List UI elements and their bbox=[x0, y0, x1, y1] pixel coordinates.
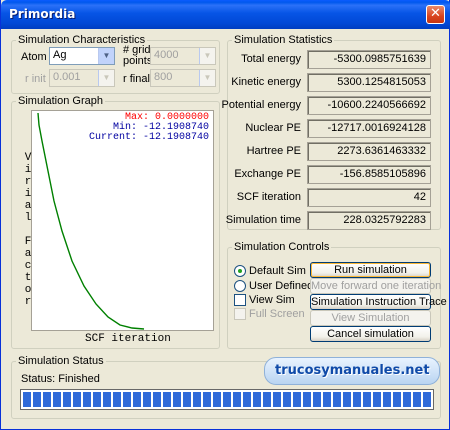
stat-value: -156.8585105896 bbox=[307, 165, 431, 184]
status-text: Status: Finished bbox=[21, 373, 100, 385]
stat-label: Potential energy bbox=[221, 99, 302, 111]
grid-points-label: # grid points bbox=[123, 45, 152, 67]
graph-canvas: Max: 0.0000000 Min: -12.1908740 Current:… bbox=[31, 110, 214, 331]
r-init-select[interactable]: 0.001 ▼ bbox=[49, 69, 115, 87]
move-forward-button[interactable]: Move forward one iteration bbox=[310, 278, 441, 294]
full-screen-label[interactable]: Full Screen bbox=[249, 308, 305, 320]
default-sim-radio[interactable] bbox=[234, 265, 246, 277]
y-axis-label-char: a bbox=[24, 200, 32, 212]
y-axis-label-char: V bbox=[24, 152, 32, 164]
stat-label: Hartree PE bbox=[246, 145, 301, 157]
atom-select-value: Ag bbox=[53, 49, 67, 61]
simulation-status-legend: Simulation Status bbox=[18, 355, 104, 367]
atom-label: Atom bbox=[21, 51, 47, 63]
stat-label: Nuclear PE bbox=[245, 122, 301, 134]
watermark-logo: trucosymanuales.net bbox=[264, 357, 440, 385]
grid-points-label-line2: points bbox=[123, 55, 153, 67]
close-icon: ✕ bbox=[430, 6, 441, 21]
user-defined-label[interactable]: User Defined bbox=[249, 280, 313, 292]
full-screen-checkbox[interactable] bbox=[234, 308, 246, 320]
y-axis-label-char: i bbox=[24, 188, 32, 200]
view-sim-label[interactable]: View Sim bbox=[249, 294, 295, 306]
r-final-value: 800 bbox=[154, 71, 173, 83]
graph-y-axis-label: Virial Factor bbox=[23, 152, 33, 308]
close-button[interactable]: ✕ bbox=[426, 5, 445, 24]
progress-bar bbox=[20, 389, 434, 410]
stat-value: 42 bbox=[307, 188, 431, 207]
default-sim-label[interactable]: Default Sim bbox=[249, 265, 306, 277]
graph-x-axis-label: SCF iteration bbox=[85, 333, 171, 345]
y-axis-label-char: l bbox=[24, 212, 32, 224]
y-axis-label-char bbox=[23, 224, 33, 236]
stat-value: 228.0325792283 bbox=[307, 211, 431, 230]
stat-label: Exchange PE bbox=[234, 168, 301, 180]
r-init-value: 0.001 bbox=[53, 71, 81, 83]
virial-factor-curve bbox=[37, 112, 145, 330]
stat-value: -10600.2240566692 bbox=[307, 96, 431, 115]
stat-value: 5300.1254815053 bbox=[307, 73, 431, 92]
stat-value: -12717.0016924128 bbox=[307, 119, 431, 138]
simulation-graph-legend: Simulation Graph bbox=[18, 95, 103, 107]
stat-label: Kinetic energy bbox=[231, 76, 301, 88]
stat-label: Total energy bbox=[241, 53, 301, 65]
y-axis-label-char: F bbox=[24, 236, 32, 248]
y-axis-label-char: r bbox=[24, 296, 32, 308]
r-final-label: r final bbox=[123, 73, 150, 85]
watermark-text: trucosymanuales.net bbox=[275, 363, 430, 378]
run-simulation-button[interactable]: Run simulation bbox=[310, 262, 431, 278]
stat-value: 2273.6361463332 bbox=[307, 142, 431, 161]
stat-value: -5300.0985751639 bbox=[307, 50, 431, 69]
radio-selected-dot bbox=[238, 269, 242, 273]
title-bar[interactable]: Primordia ✕ bbox=[1, 0, 450, 29]
y-axis-label-char: t bbox=[24, 272, 32, 284]
stat-label: SCF iteration bbox=[236, 191, 301, 203]
y-axis-label-char: o bbox=[24, 284, 32, 296]
stat-label: Simulation time bbox=[225, 214, 301, 226]
view-sim-checkbox[interactable] bbox=[234, 294, 246, 306]
user-defined-radio[interactable] bbox=[234, 280, 246, 292]
y-axis-label-char: a bbox=[24, 248, 32, 260]
atom-select[interactable]: Ag ▼ bbox=[49, 47, 115, 65]
primordia-window: Primordia ✕ Simulation Characteristics A… bbox=[0, 0, 450, 430]
y-axis-label-char: c bbox=[24, 260, 32, 272]
simulation-statistics-legend: Simulation Statistics bbox=[234, 34, 333, 46]
chevron-down-icon[interactable]: ▼ bbox=[98, 48, 114, 64]
y-axis-label-char: r bbox=[24, 176, 32, 188]
y-axis-label-char: i bbox=[24, 164, 32, 176]
r-init-label: r init bbox=[25, 73, 46, 85]
chevron-down-icon[interactable]: ▼ bbox=[98, 70, 114, 86]
simulation-controls-legend: Simulation Controls bbox=[234, 241, 330, 253]
cancel-simulation-button[interactable]: Cancel simulation bbox=[310, 326, 431, 342]
view-simulation-button[interactable]: View Simulation bbox=[310, 310, 431, 326]
graph-plot bbox=[37, 112, 145, 330]
graph-current-text: Current: -12.1908740 bbox=[88, 132, 209, 143]
progress-fill bbox=[23, 392, 431, 407]
window-title: Primordia bbox=[9, 7, 76, 21]
instruction-trace-button[interactable]: Simulation Instruction Trace bbox=[310, 294, 447, 310]
grid-points-value: 4000 bbox=[154, 49, 179, 61]
